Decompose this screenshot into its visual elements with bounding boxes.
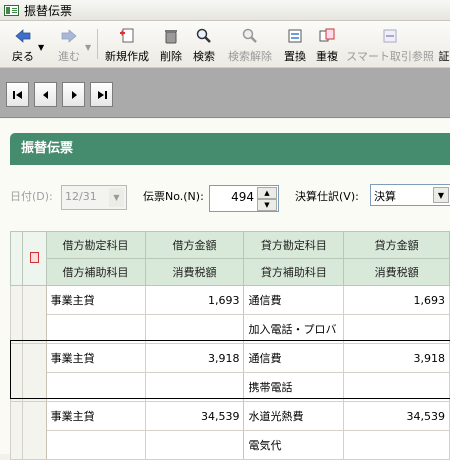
header-row-top: 借方勘定科目 借方金額 貸方勘定科目 貸方金額 — [10, 231, 450, 286]
row-indicator[interactable] — [10, 343, 23, 402]
spin-down-icon[interactable]: ▼ — [257, 199, 277, 211]
debit-sub-cell[interactable] — [45, 314, 146, 344]
slip-no-label: 伝票No.(N): — [143, 190, 204, 203]
debit-amount-cell[interactable]: 3,918 — [144, 343, 245, 373]
new-button[interactable]: 新規作成 — [102, 23, 152, 65]
row-indicator[interactable] — [10, 285, 23, 344]
debit-tax-cell[interactable] — [144, 314, 245, 344]
debit-amount-cell[interactable]: 1,693 — [144, 285, 245, 315]
app-icon — [4, 4, 19, 16]
column-header: 貸方補助科目 — [243, 258, 345, 286]
new-doc-icon — [120, 28, 134, 43]
first-record-button[interactable] — [6, 82, 29, 107]
debit-account-cell[interactable]: 事業主貸 — [45, 401, 146, 431]
table-row[interactable]: 事業主貸 1,693 通信費 1,693 — [10, 285, 450, 344]
credit-amount-cell[interactable]: 3,918 — [343, 343, 450, 373]
table-subrow[interactable]: 携帯電話 — [11, 372, 450, 402]
attachment-cell[interactable] — [21, 401, 47, 460]
slip-form: 振替伝票 日付(D): 12/31 ▼ 伝票No.(N): 494 ▲ ▼ 決算… — [0, 119, 450, 460]
duplicate-button[interactable]: 重複 — [314, 23, 340, 65]
credit-tax-cell[interactable] — [343, 430, 450, 460]
credit-account-cell[interactable]: 通信費 — [243, 343, 345, 373]
last-record-button[interactable] — [90, 82, 113, 107]
debit-account-cell[interactable]: 事業主貸 — [45, 285, 146, 315]
forward-arrow-icon — [61, 29, 77, 43]
back-button[interactable]: 戻る — [4, 23, 42, 65]
toolbar-separator — [97, 29, 98, 59]
spin-up-icon[interactable]: ▲ — [257, 187, 277, 199]
next-record-button[interactable] — [62, 82, 85, 107]
duplicate-icon — [319, 28, 335, 42]
credit-account-cell[interactable]: 水道光熱費 — [243, 401, 345, 431]
slip-no-spinner[interactable]: 494 ▲ ▼ — [209, 185, 279, 212]
debit-tax-cell[interactable] — [144, 372, 245, 402]
credit-amount-cell[interactable]: 1,693 — [343, 285, 450, 315]
last-record-icon — [97, 90, 107, 99]
table-row[interactable]: 事業主貸 34,539 水道光熱費 34,539 — [10, 401, 450, 460]
column-header: 消費税額 — [144, 258, 245, 286]
record-navigation-bar — [0, 68, 450, 118]
table-subrow[interactable]: 加入電話・プロバ — [11, 314, 450, 344]
date-field[interactable]: 12/31 ▼ — [61, 185, 127, 210]
section-title: 振替伝票 — [10, 133, 450, 165]
first-record-icon — [12, 90, 22, 99]
column-header: 借方補助科目 — [45, 258, 146, 286]
forward-dropdown-icon[interactable]: ▼ — [85, 43, 91, 52]
smart-reference-button[interactable]: スマート取引参照 — [346, 23, 434, 65]
credit-amount-cell[interactable]: 34,539 — [343, 401, 450, 431]
document-icon — [29, 251, 39, 263]
debit-tax-cell[interactable] — [144, 430, 245, 460]
column-header: 貸方勘定科目 — [243, 231, 345, 259]
search-button[interactable]: 検索 — [191, 23, 217, 65]
credit-sub-cell[interactable]: 加入電話・プロバ — [243, 314, 345, 344]
settlement-label: 決算仕訳(V): — [295, 190, 359, 203]
journal-grid: 借方勘定科目 借方金額 貸方勘定科目 貸方金額 借方補助科目 消費税額 貸方補助… — [10, 231, 450, 460]
proof-button[interactable]: 証 — [437, 23, 450, 65]
search-cancel-icon — [242, 28, 257, 43]
debit-account-cell[interactable]: 事業主貸 — [45, 343, 146, 373]
toolbar: 戻る ▼ 進む ▼ 新規作成 削除 検索 検索解除 置換 重複 スマート取引参照… — [0, 21, 450, 68]
magnifier-icon — [196, 28, 211, 43]
debit-sub-cell[interactable] — [45, 372, 146, 402]
search-cancel-button[interactable]: 検索解除 — [224, 23, 276, 65]
header-row-bottom: 借方補助科目 消費税額 貸方補助科目 消費税額 — [11, 258, 450, 286]
table-subrow[interactable]: 電気代 — [11, 430, 450, 460]
column-header: 借方勘定科目 — [45, 231, 146, 259]
attachment-header — [21, 231, 47, 286]
credit-sub-cell[interactable]: 電気代 — [243, 430, 345, 460]
window-title: 振替伝票 — [24, 3, 73, 18]
prev-record-icon — [42, 90, 48, 99]
table-row[interactable]: 事業主貸 3,918 通信費 3,918 — [10, 343, 450, 402]
attachment-cell[interactable] — [21, 285, 47, 344]
credit-account-cell[interactable]: 通信費 — [243, 285, 345, 315]
back-dropdown-icon[interactable]: ▼ — [38, 43, 44, 52]
settlement-select[interactable]: 決算 ▼ — [370, 184, 450, 206]
credit-tax-cell[interactable] — [343, 314, 450, 344]
row-indicator[interactable] — [10, 401, 23, 460]
credit-sub-cell[interactable]: 携帯電話 — [243, 372, 345, 402]
proof-icon — [437, 28, 450, 44]
forward-button[interactable]: 進む — [52, 23, 86, 65]
debit-amount-cell[interactable]: 34,539 — [144, 401, 245, 431]
column-header: 消費税額 — [343, 258, 450, 286]
back-arrow-icon — [15, 29, 31, 43]
attachment-cell[interactable] — [21, 343, 47, 402]
title-bar: 振替伝票 — [0, 0, 450, 21]
date-dropdown-icon[interactable]: ▼ — [109, 188, 124, 207]
replace-button[interactable]: 置換 — [282, 23, 308, 65]
date-label: 日付(D): — [10, 190, 53, 203]
column-header: 借方金額 — [144, 231, 245, 259]
row-indicator-header — [10, 231, 23, 286]
column-header: 貸方金額 — [343, 231, 450, 259]
replace-icon — [288, 29, 302, 43]
prev-record-button[interactable] — [34, 82, 57, 107]
delete-button[interactable]: 削除 — [158, 23, 184, 65]
credit-tax-cell[interactable] — [343, 372, 450, 402]
trash-icon — [165, 30, 177, 44]
smart-reference-icon — [383, 29, 397, 43]
next-record-icon — [71, 90, 77, 99]
settlement-dropdown-icon[interactable]: ▼ — [433, 187, 449, 203]
debit-sub-cell[interactable] — [45, 430, 146, 460]
